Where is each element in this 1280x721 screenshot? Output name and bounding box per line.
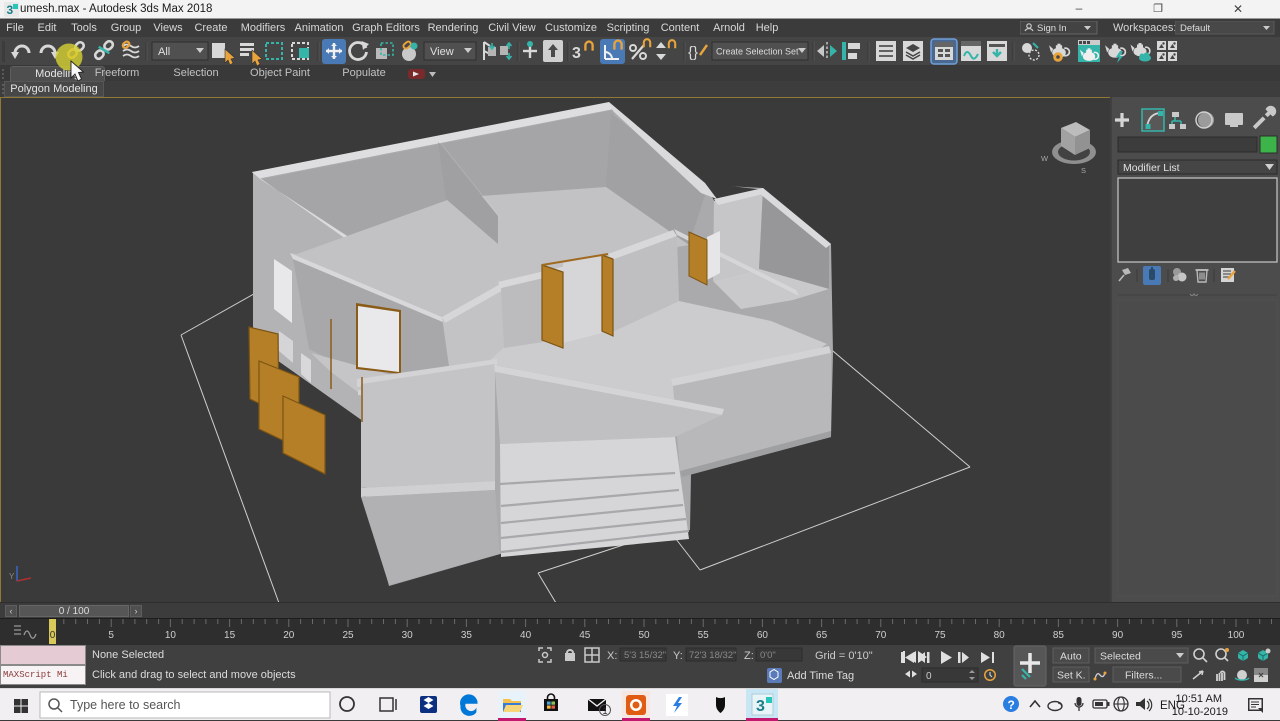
svg-text:Filters...: Filters... bbox=[1125, 670, 1162, 682]
svg-text:55: 55 bbox=[698, 630, 710, 641]
svg-text:View: View bbox=[430, 46, 454, 58]
svg-text:Add Time Tag: Add Time Tag bbox=[787, 670, 854, 682]
svg-text:{}: {} bbox=[688, 44, 698, 61]
svg-text:95: 95 bbox=[1171, 630, 1183, 641]
svg-text:85: 85 bbox=[1053, 630, 1065, 641]
svg-text:3: 3 bbox=[7, 3, 14, 17]
svg-text:35: 35 bbox=[461, 630, 473, 641]
svg-text:Set K.: Set K. bbox=[1057, 670, 1086, 682]
svg-text:Modifier List: Modifier List bbox=[1123, 162, 1180, 174]
svg-text:Default: Default bbox=[1180, 23, 1210, 34]
svg-text:10:51 AM: 10:51 AM bbox=[1176, 693, 1222, 705]
svg-text:Selected: Selected bbox=[1100, 651, 1141, 663]
svg-text:75: 75 bbox=[934, 630, 946, 641]
svg-text:1: 1 bbox=[603, 706, 608, 716]
svg-text:72'3 18/32": 72'3 18/32" bbox=[689, 650, 736, 661]
svg-text:30: 30 bbox=[402, 630, 414, 641]
svg-text:45: 45 bbox=[579, 630, 591, 641]
svg-text:65: 65 bbox=[816, 630, 828, 641]
svg-text:60: 60 bbox=[757, 630, 769, 641]
svg-text:80: 80 bbox=[994, 630, 1006, 641]
svg-text:10: 10 bbox=[165, 630, 177, 641]
svg-text:Z:: Z: bbox=[744, 650, 754, 662]
svg-text:70: 70 bbox=[875, 630, 887, 641]
svg-text:3: 3 bbox=[756, 698, 765, 715]
svg-text:Auto: Auto bbox=[1060, 651, 1082, 663]
svg-text:5: 5 bbox=[108, 630, 114, 641]
svg-text:25: 25 bbox=[342, 630, 354, 641]
svg-text:S: S bbox=[1081, 166, 1086, 175]
svg-text:50: 50 bbox=[638, 630, 650, 641]
svg-text:0: 0 bbox=[50, 630, 56, 641]
svg-text:15: 15 bbox=[224, 630, 236, 641]
svg-text:5'3 15/32": 5'3 15/32" bbox=[624, 650, 666, 661]
svg-text:Create Selection Set: Create Selection Set bbox=[716, 47, 799, 57]
svg-text:Sign In: Sign In bbox=[1037, 23, 1067, 34]
svg-text:Y:: Y: bbox=[673, 650, 683, 662]
svg-text:X:: X: bbox=[607, 650, 617, 662]
svg-text:0: 0 bbox=[926, 671, 932, 682]
svg-text:3: 3 bbox=[572, 45, 581, 62]
svg-text:100: 100 bbox=[1228, 630, 1245, 641]
svg-text:Type here to search: Type here to search bbox=[70, 698, 181, 712]
svg-text:Y: Y bbox=[9, 572, 15, 581]
svg-text:W: W bbox=[1041, 154, 1049, 163]
svg-text:90: 90 bbox=[1112, 630, 1124, 641]
svg-text:Grid = 0'10": Grid = 0'10" bbox=[815, 650, 873, 662]
svg-text:40: 40 bbox=[520, 630, 532, 641]
svg-text:0'0": 0'0" bbox=[760, 650, 776, 661]
svg-text:20: 20 bbox=[283, 630, 295, 641]
svg-text:All: All bbox=[158, 46, 170, 58]
svg-text:10-10-2019: 10-10-2019 bbox=[1172, 706, 1228, 718]
svg-text:?: ? bbox=[1008, 698, 1015, 712]
